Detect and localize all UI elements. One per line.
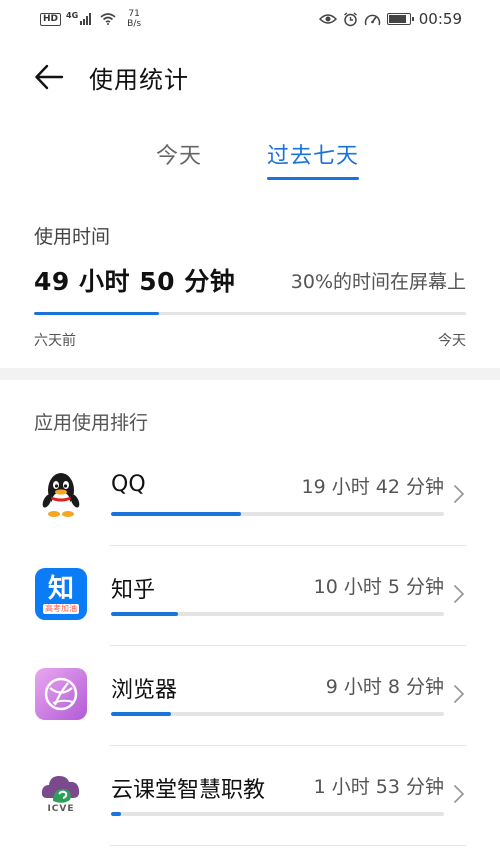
qq-penguin-icon: [42, 473, 80, 517]
page-title: 使用统计: [89, 66, 189, 94]
app-usage-track: [111, 712, 444, 716]
chevron-right-icon: [454, 785, 464, 803]
app-usage-track: [111, 612, 444, 616]
range-end-label: 今天: [438, 333, 466, 349]
app-usage-time: 19 小时 42 分钟: [301, 476, 444, 498]
chevron-right-icon: [454, 485, 464, 503]
app-usage-fill: [111, 712, 171, 716]
row-divider: [110, 845, 466, 846]
app-ranking-title: 应用使用排行: [34, 412, 149, 434]
header: 使用统计: [0, 52, 500, 102]
network-type: 4G: [66, 10, 79, 20]
tab-today[interactable]: 今天: [156, 138, 202, 170]
app-usage-time: 9 小时 8 分钟: [325, 676, 444, 698]
status-bar: HD 4G 71 B/s 00:59: [0, 0, 500, 38]
alarm-icon: [343, 11, 357, 26]
battery-icon: [386, 13, 414, 25]
app-usage-fill: [111, 512, 241, 516]
status-left: HD 4G 71 B/s: [40, 9, 141, 29]
app-name: 云课堂智慧职教: [111, 778, 266, 803]
eye-icon: [318, 14, 337, 24]
icve-icon: ICVE: [35, 768, 87, 820]
signal-icon: [80, 13, 92, 25]
status-right: 00:59: [318, 10, 462, 28]
globe-icon: [44, 677, 78, 711]
hd-icon: HD: [40, 12, 62, 26]
list-item-icve[interactable]: ICVE 云课堂智慧职教 1 小时 53 分钟: [0, 746, 500, 846]
app-usage-fill: [111, 612, 178, 616]
network-speed: 71 B/s: [127, 9, 141, 29]
app-usage-time: 10 小时 5 分钟: [313, 576, 444, 598]
zhihu-icon-glyph: 知: [47, 573, 74, 604]
section-divider: [0, 368, 500, 380]
chevron-right-icon: [454, 585, 464, 603]
browser-icon: [35, 668, 87, 720]
speed-value: 71: [128, 9, 140, 19]
tab-active-indicator: [267, 177, 360, 180]
range-start-label: 六天前: [34, 333, 76, 349]
tab-today-label: 今天: [156, 144, 203, 169]
icve-cloud-icon: [41, 776, 80, 803]
list-item-qq[interactable]: QQ 19 小时 42 分钟: [0, 446, 500, 546]
usage-total-time: 49 小时 50 分钟: [34, 267, 236, 296]
wifi-icon: [100, 13, 116, 25]
speed-unit: B/s: [127, 19, 142, 29]
icve-icon-text: ICVE: [47, 804, 75, 814]
arrow-left-icon[interactable]: [34, 64, 64, 90]
app-name: 浏览器: [111, 678, 178, 703]
app-ranking-list: QQ 19 小时 42 分钟 知 高考加油 知乎 10 小时 5 分钟 浏览器 …: [0, 446, 500, 846]
app-name: QQ: [111, 472, 146, 497]
tab-past-seven-days[interactable]: 过去七天: [267, 138, 360, 180]
list-item-zhihu[interactable]: 知 高考加油 知乎 10 小时 5 分钟: [0, 546, 500, 646]
app-usage-track: [111, 512, 444, 516]
usage-time-label: 使用时间: [34, 226, 111, 248]
app-name: 知乎: [111, 578, 156, 603]
tab-past-seven-days-label: 过去七天: [267, 144, 360, 169]
chevron-right-icon: [454, 685, 464, 703]
list-item-browser[interactable]: 浏览器 9 小时 8 分钟: [0, 646, 500, 746]
usage-progress-track: [34, 312, 466, 315]
app-usage-time: 1 小时 53 分钟: [313, 776, 444, 798]
app-usage-track: [111, 812, 444, 816]
period-tabs: 今天 过去七天: [0, 138, 500, 182]
zhihu-icon: 知 高考加油: [35, 568, 87, 620]
status-time: 00:59: [418, 10, 462, 28]
usage-progress-fill: [34, 312, 160, 315]
speedometer-icon: [364, 14, 380, 25]
screen-time-percent: 30%的时间在屏幕上: [290, 271, 466, 293]
app-usage-fill: [111, 812, 121, 816]
zhihu-icon-subtext: 高考加油: [43, 603, 79, 614]
